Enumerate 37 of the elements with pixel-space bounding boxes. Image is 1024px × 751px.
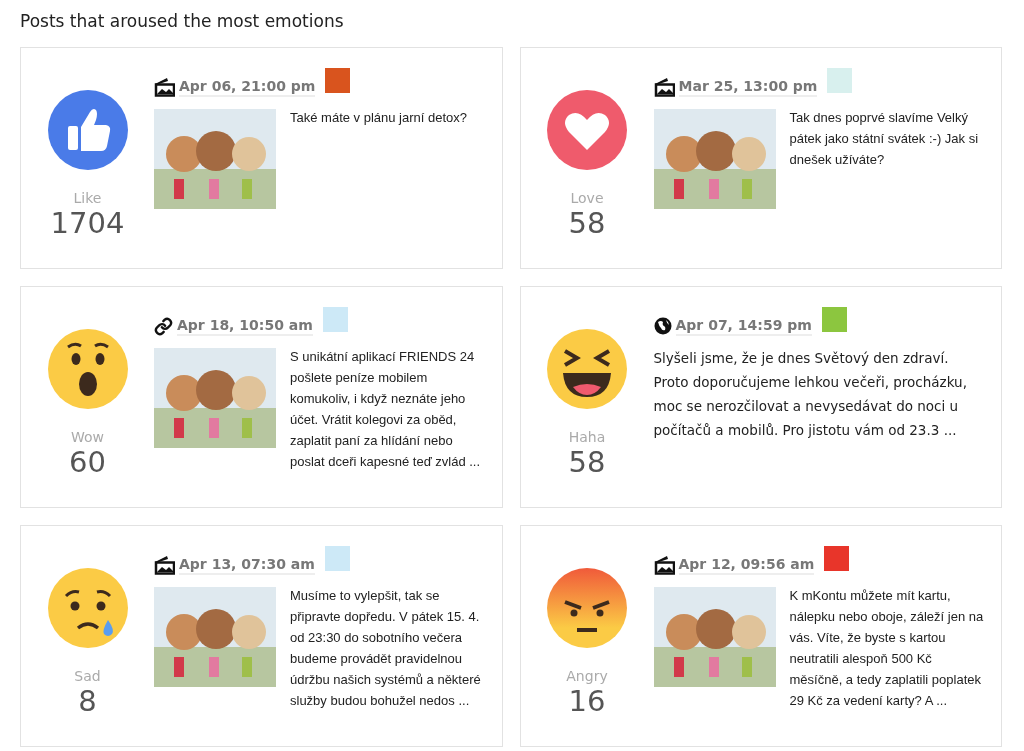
reaction-count: 60 bbox=[69, 446, 106, 478]
photo-post-icon bbox=[154, 77, 175, 97]
reaction-count: 58 bbox=[568, 207, 606, 239]
haha-reaction-icon bbox=[547, 329, 627, 409]
reaction-label: Like bbox=[73, 190, 102, 207]
post-date[interactable]: Apr 12, 09:56 am bbox=[678, 555, 815, 575]
photo-post-icon bbox=[154, 555, 175, 575]
post-date[interactable]: Mar 25, 13:00 pm bbox=[678, 77, 818, 97]
post-text: Slyšeli jsme, že je dnes Světový den zdraví. Proto doporučujeme lehkou večeři, procházku, moc se nerozčilovat a nevysedávat do noci u počítačů a mobilů. Pro jistotu vám od 23.3 ... bbox=[653, 349, 968, 440]
section-title: Posts that aroused the most emotions bbox=[20, 10, 345, 32]
post-text: K mKontu můžete mít kartu, nálepku nebo oboje, záleží jen na vás. Víte, že byste s kartou neutratili alespoň 500 Kč měsíčně, a tedy zaplatili poplatek 29 Kč za vedení karty? A ... bbox=[789, 587, 985, 710]
reaction-count: 58 bbox=[568, 446, 606, 478]
post-date[interactable]: Apr 18, 10:50 am bbox=[177, 316, 313, 336]
post-text: S unikátní aplikací FRIENDS 24 pošlete peníze mobilem komukoliv, i když neznáte jeho účet. Vrátit kolegovi za oběd, zaplatit paní za hlídání nebo poslat dceři kapesné teď zvlád ... bbox=[290, 348, 482, 471]
post-text: Tak dnes poprvé slavíme Velký pátek jako státní svátek :-) Jak si dnešek užíváte? bbox=[789, 109, 980, 169]
reaction-count: 8 bbox=[78, 685, 97, 717]
post-date[interactable]: Apr 06, 21:00 pm bbox=[179, 77, 316, 97]
reaction-label: Angry bbox=[566, 668, 608, 685]
sad-reaction-icon bbox=[47, 568, 128, 648]
post-text: Také máte v plánu jarní detox? bbox=[290, 109, 468, 127]
photo-post-icon bbox=[653, 77, 675, 97]
like-reaction-icon bbox=[47, 90, 128, 170]
reaction-label: Wow bbox=[70, 429, 104, 446]
post-text: Musíme to vylepšit, tak se připravte dopředu. V pátek 15. 4. od 23:30 do sobotního večera budeme provádět pravidelnou údržbu našich systémů a některé služby budou bohužel nedos ... bbox=[290, 587, 482, 710]
wow-reaction-icon bbox=[47, 329, 128, 409]
reaction-label: Sad bbox=[74, 668, 101, 685]
photo-post-icon bbox=[653, 555, 675, 575]
love-reaction-icon bbox=[547, 90, 627, 170]
reaction-count: 1704 bbox=[50, 207, 125, 239]
post-date[interactable]: Apr 13, 07:30 am bbox=[179, 555, 315, 575]
reaction-label: Love bbox=[570, 190, 604, 207]
angry-reaction-icon bbox=[547, 568, 627, 648]
post-date[interactable]: Apr 07, 14:59 pm bbox=[675, 316, 812, 336]
reaction-count: 16 bbox=[568, 685, 606, 717]
link-icon bbox=[154, 316, 173, 336]
reaction-label: Haha bbox=[568, 429, 606, 446]
globe-icon bbox=[653, 317, 672, 335]
